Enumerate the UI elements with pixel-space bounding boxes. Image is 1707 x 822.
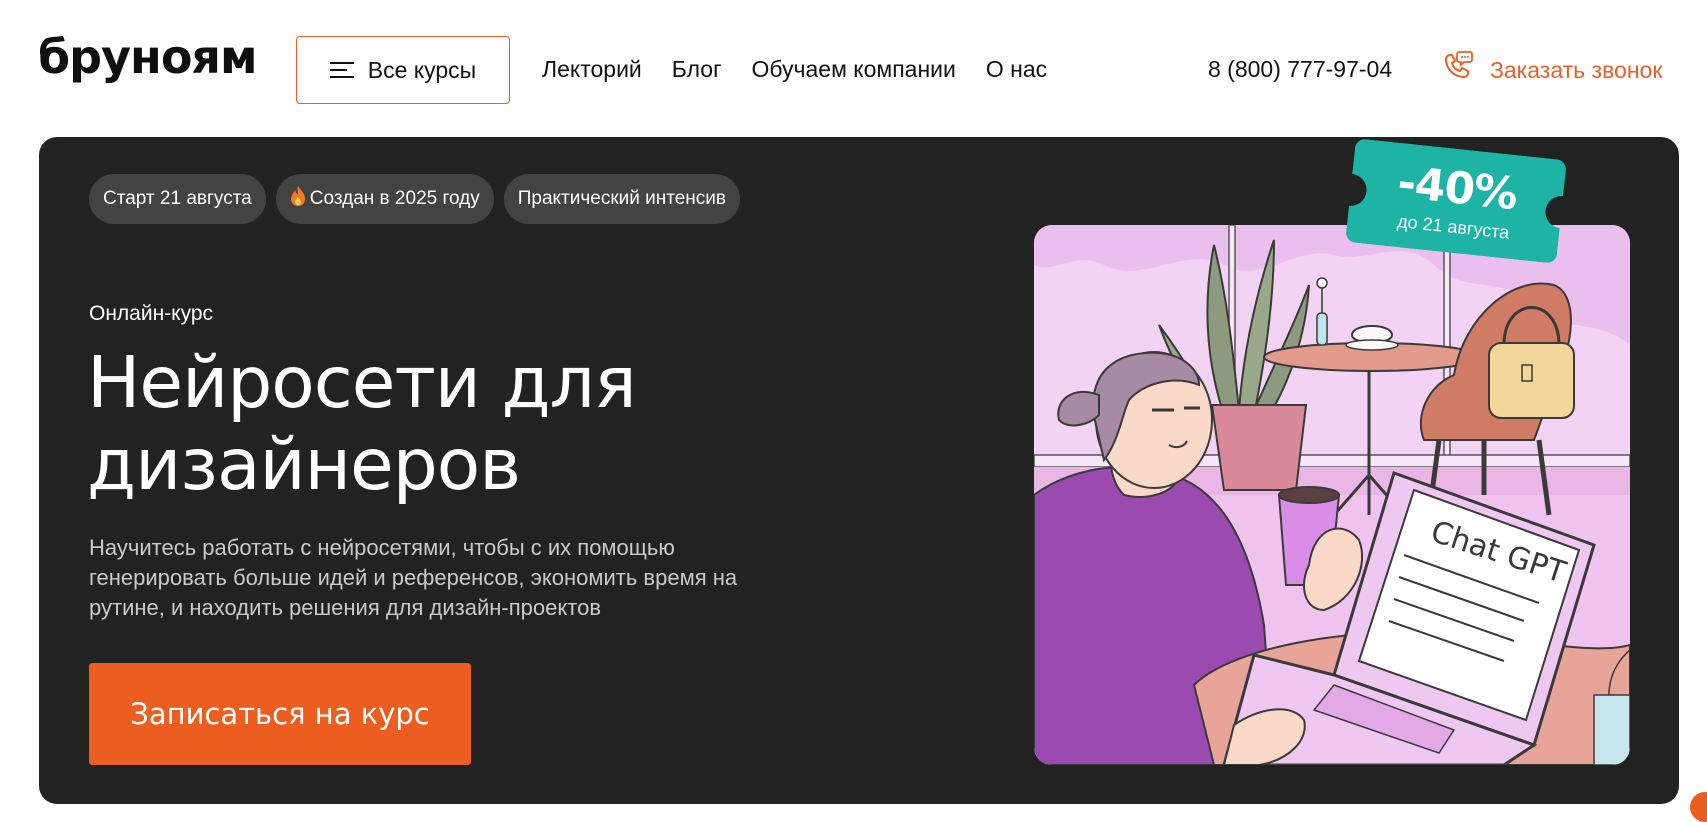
course-tags: Старт 21 августа Создан в 2025 году Прак… — [89, 174, 741, 224]
main-nav: Лекторий Блог Обучаем компании О нас — [542, 56, 1047, 83]
title-line-1: Нейросети для — [87, 341, 637, 424]
menu-icon — [329, 61, 354, 79]
phone-number[interactable]: 8 (800) 777-97-04 — [1208, 56, 1392, 83]
tag-label: Создан в 2025 году — [309, 188, 480, 209]
course-description: Научитесь работать с нейросетями, чтобы … — [89, 535, 738, 620]
enroll-button[interactable]: Записаться на курс — [89, 663, 471, 765]
title-line-2: дизайнеров — [87, 423, 521, 506]
course-illustration: Chat GPT — [1034, 225, 1630, 765]
phone-chat-icon — [1440, 50, 1474, 90]
tag-label: Старт 21 августа — [103, 188, 252, 209]
discount-badge: -40% до 21 августа — [1345, 138, 1567, 264]
corner-decoration — [1690, 792, 1707, 822]
logo[interactable]: бруноям — [38, 30, 258, 84]
all-courses-button[interactable]: Все курсы — [296, 36, 510, 104]
hero-banner: Старт 21 августа Создан в 2025 году Прак… — [39, 137, 1679, 804]
nav-item-lectorium[interactable]: Лекторий — [542, 56, 642, 83]
course-type: Онлайн-курс — [89, 302, 214, 325]
nav-item-blog[interactable]: Блог — [672, 56, 722, 83]
tag-start-date: Старт 21 августа — [89, 174, 266, 224]
nav-item-about[interactable]: О нас — [986, 56, 1047, 83]
tag-created: Создан в 2025 году — [275, 174, 494, 224]
site-header: бруноям Все курсы Лекторий Блог Обучаем … — [0, 0, 1707, 137]
callback-link[interactable]: Заказать звонок — [1440, 50, 1662, 90]
all-courses-label: Все курсы — [367, 56, 477, 83]
tag-format: Практический интенсив — [503, 174, 741, 224]
callback-label: Заказать звонок — [1490, 56, 1663, 83]
tag-label: Практический интенсив — [517, 188, 727, 209]
nav-item-corporate[interactable]: Обучаем компании — [751, 56, 955, 83]
page-title: Нейросети для дизайнеров — [87, 342, 887, 506]
fire-icon — [290, 185, 306, 213]
